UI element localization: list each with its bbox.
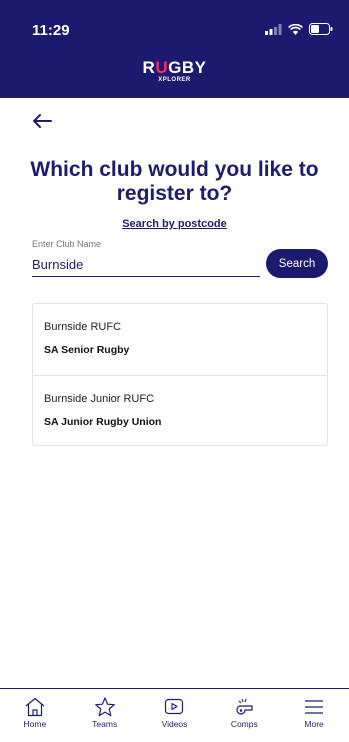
bottom-tab-bar: Home Teams Videos Comps More [0, 688, 349, 742]
tab-comps[interactable]: Comps [209, 689, 279, 742]
status-time: 11:29 [32, 22, 70, 39]
club-competition: SA Senior Rugby [44, 344, 130, 356]
page-title: Which club would you like to register to… [30, 158, 319, 205]
play-icon [165, 698, 184, 715]
search-by-postcode-link[interactable]: Search by postcode [0, 218, 349, 230]
wifi-icon [288, 23, 303, 35]
club-competition: SA Junior Rugby Union [44, 416, 162, 428]
star-icon [94, 697, 115, 717]
club-result-item[interactable]: Burnside RUFC SA Senior Rugby [33, 304, 327, 375]
club-results-list: Burnside RUFC SA Senior Rugby Burnside J… [32, 303, 328, 446]
status-icons [265, 22, 333, 36]
club-name: Burnside RUFC [44, 321, 122, 333]
app-header: 11:29 RUGBY XPLORER [0, 0, 349, 98]
search-button[interactable]: Search [266, 249, 328, 278]
register-club-screen: 11:29 RUGBY XPLORER Which club would you… [0, 0, 349, 742]
club-name-label: Enter Club Name [32, 239, 102, 249]
back-arrow-icon[interactable] [31, 112, 53, 130]
battery-icon [309, 23, 333, 35]
tab-teams[interactable]: Teams [70, 689, 140, 742]
tab-videos[interactable]: Videos [140, 689, 210, 742]
signal-icon [265, 23, 282, 35]
tab-more[interactable]: More [279, 689, 349, 742]
club-name: Burnside Junior RUFC [44, 393, 155, 405]
status-bar: 11:29 [0, 0, 349, 40]
whistle-icon [236, 698, 253, 715]
home-icon [25, 697, 45, 717]
club-name-input[interactable] [32, 253, 260, 277]
club-result-item[interactable]: Burnside Junior RUFC SA Junior Rugby Uni… [33, 375, 327, 446]
tab-home[interactable]: Home [0, 689, 70, 742]
rugby-xplorer-logo: RUGBY XPLORER [142, 58, 207, 83]
menu-icon [305, 700, 324, 714]
